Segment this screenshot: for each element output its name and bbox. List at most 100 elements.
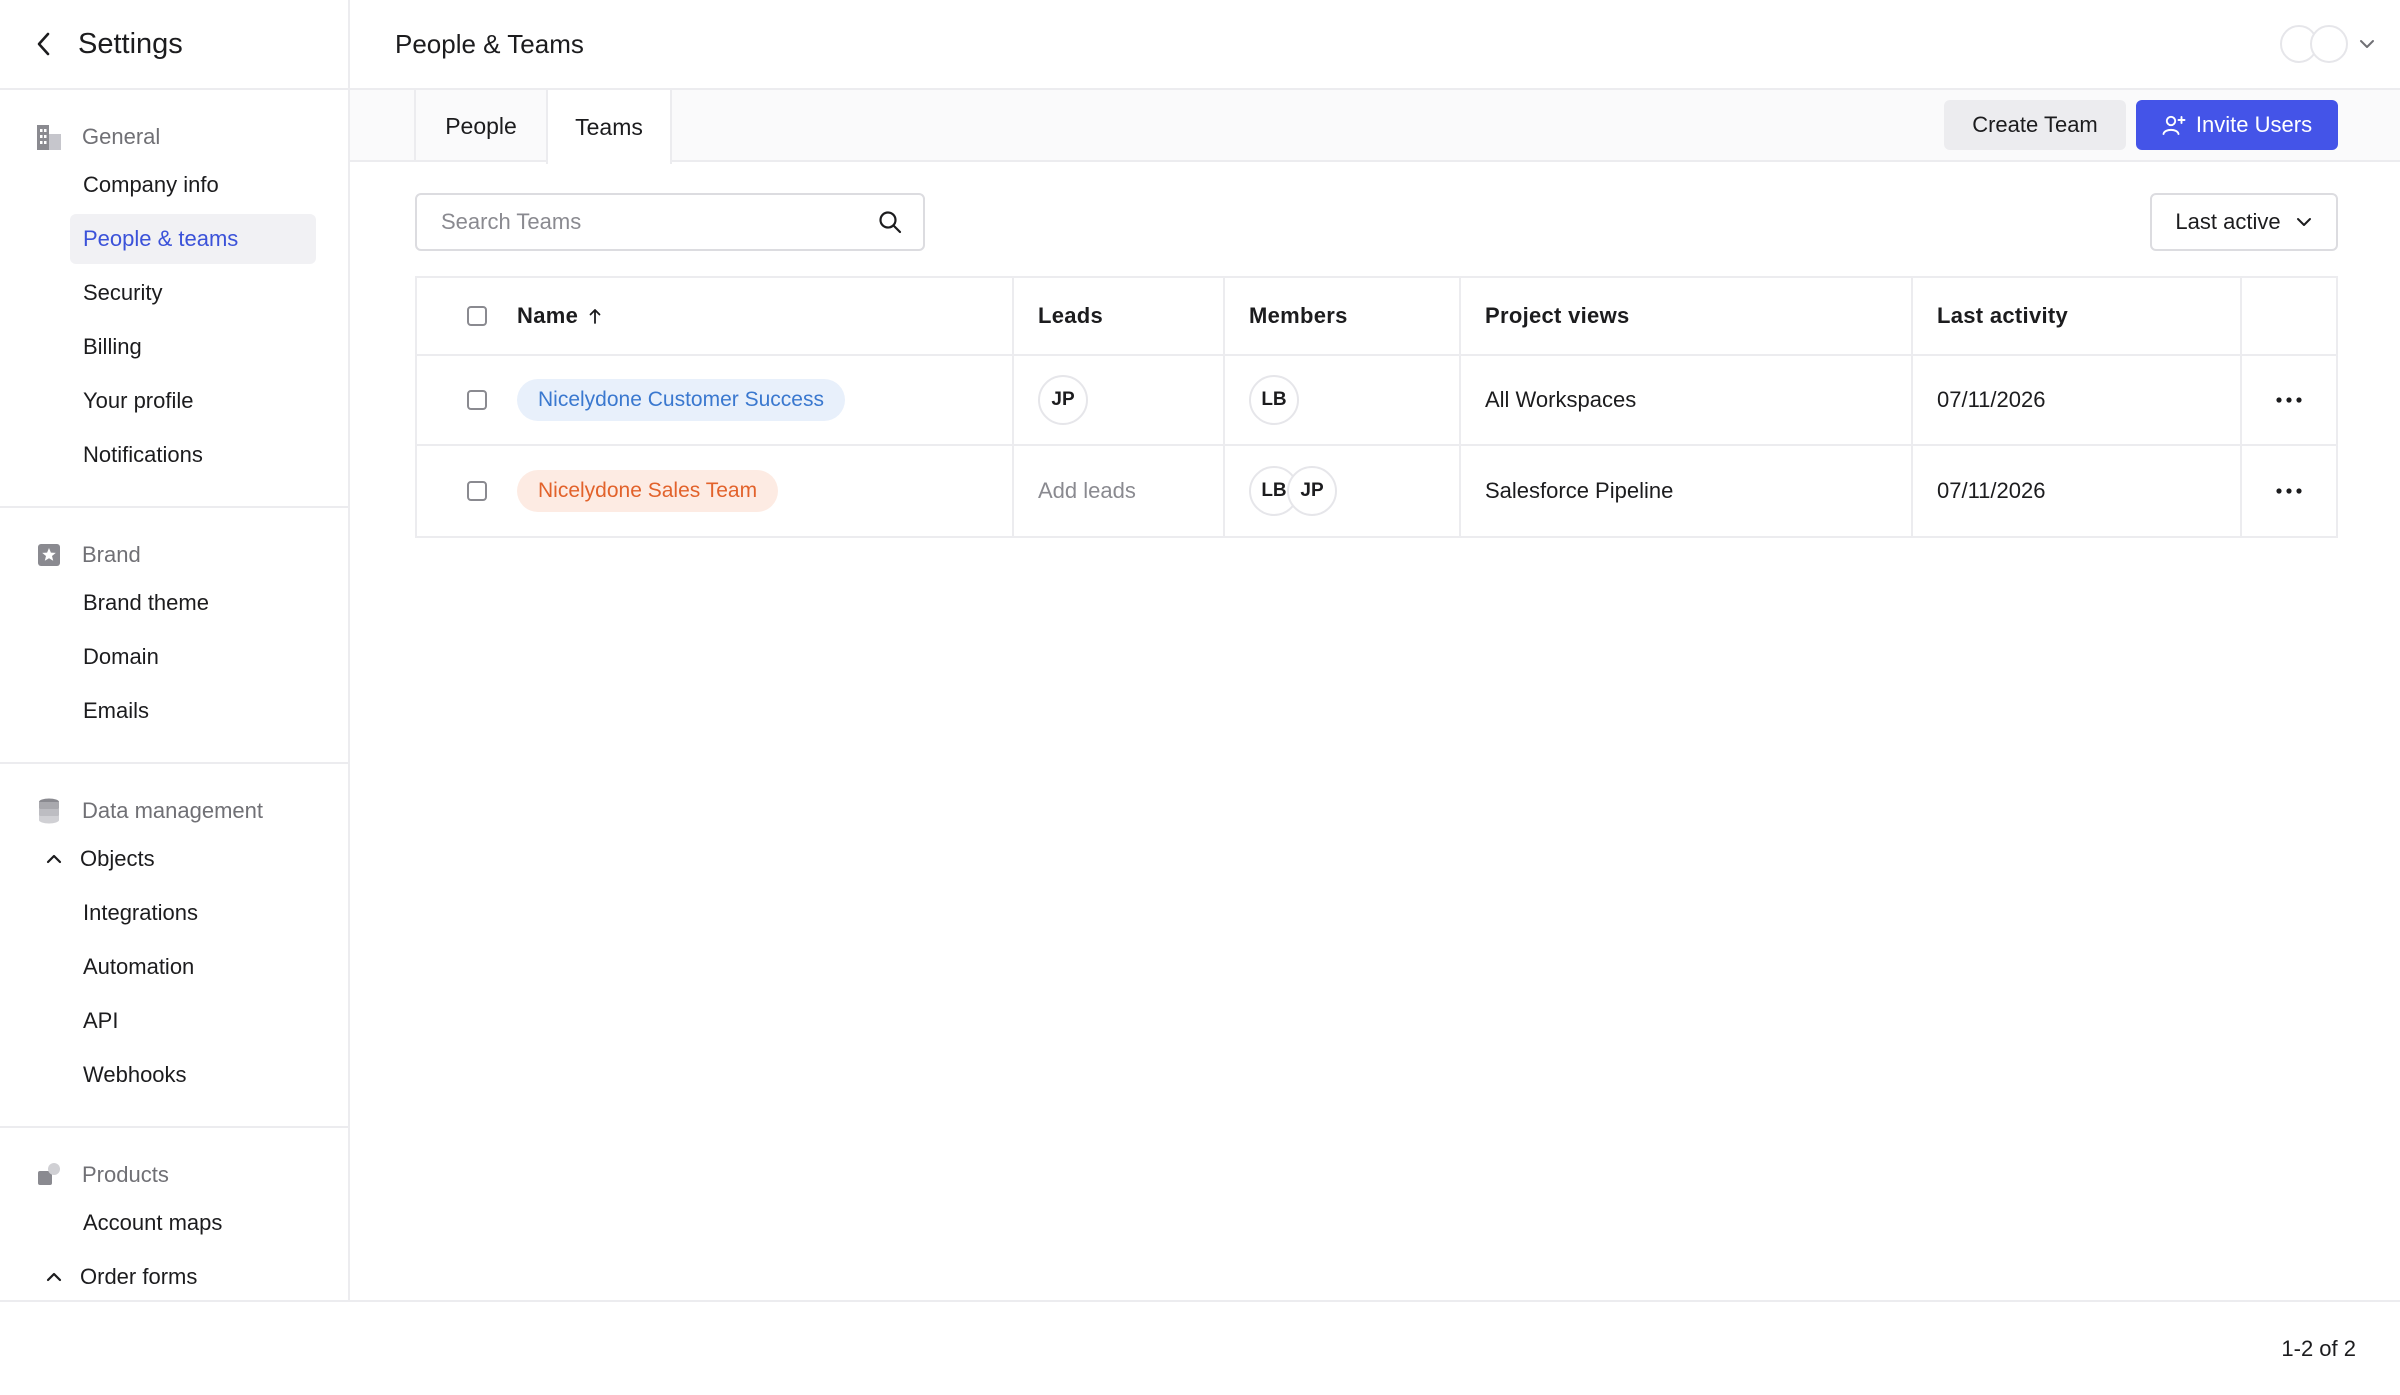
- more-horizontal-icon[interactable]: [2269, 471, 2309, 511]
- team-name-cell: Nicelydone Sales Team: [517, 446, 1014, 536]
- avatar[interactable]: JP: [1287, 466, 1337, 516]
- chevron-up-icon: [44, 1267, 64, 1287]
- row-select-cell: [417, 356, 517, 444]
- settings-sidebar: Settings General Company info People & t…: [0, 0, 350, 1302]
- sidebar-item-api[interactable]: API: [70, 996, 316, 1046]
- workspace-switcher[interactable]: [2280, 25, 2378, 63]
- main-content: People & Teams People Teams Create Team …: [350, 0, 2400, 1302]
- sidebar-section-brand: Brand Brand theme Domain Emails: [0, 508, 348, 764]
- sidebar-item-domain[interactable]: Domain: [70, 632, 316, 682]
- sidebar-item-label: Webhooks: [83, 1062, 187, 1087]
- page-title: People & Teams: [395, 28, 584, 59]
- sidebar-item-notifications[interactable]: Notifications: [70, 430, 316, 480]
- sidebar-item-label: API: [83, 1008, 119, 1033]
- toolbar: Last active: [415, 193, 2338, 251]
- sidebar-item-billing[interactable]: Billing: [70, 322, 316, 372]
- chevron-down-icon: [2356, 33, 2378, 55]
- column-header-label: Name: [517, 303, 579, 328]
- sidebar-item-label: Security: [83, 280, 163, 305]
- tab-bar: People Teams Create Team Invite Users: [350, 90, 2400, 164]
- sidebar-item-your-profile[interactable]: Your profile: [70, 376, 316, 426]
- column-header-last-activity: Last activity: [1913, 278, 2242, 354]
- sidebar-group-brand: Brand: [0, 536, 348, 574]
- column-header-name[interactable]: Name: [517, 278, 1014, 354]
- sidebar-item-label: Automation: [83, 954, 195, 979]
- top-bar: People & Teams: [350, 0, 2400, 90]
- sidebar-item-emails[interactable]: Emails: [70, 686, 316, 736]
- team-name-cell: Nicelydone Customer Success: [517, 356, 1014, 444]
- sidebar-item-label: People & teams: [83, 226, 239, 251]
- avatar: [2310, 25, 2348, 63]
- chevron-down-icon: [2295, 213, 2313, 231]
- sidebar-collapse-objects[interactable]: Objects: [0, 834, 348, 884]
- sidebar-section-data-management: Data management Objects Integrations Aut…: [0, 764, 348, 1128]
- row-actions-cell: [2242, 356, 2336, 444]
- sidebar-item-webhooks[interactable]: Webhooks: [70, 1050, 316, 1100]
- add-leads-link[interactable]: Add leads: [1038, 478, 1136, 504]
- sidebar-section-products: Products Account maps Order forms: [0, 1128, 348, 1302]
- sidebar-collapse-label: Objects: [80, 846, 155, 871]
- sidebar-item-account-maps[interactable]: Account maps: [70, 1198, 316, 1248]
- sidebar-item-automation[interactable]: Automation: [70, 942, 316, 992]
- last-activity-cell: 07/11/2026: [1913, 446, 2242, 536]
- column-header-members: Members: [1225, 278, 1461, 354]
- sidebar-item-security[interactable]: Security: [70, 268, 316, 318]
- select-all-cell: [417, 278, 517, 354]
- sidebar-item-label: Company info: [83, 172, 219, 197]
- sidebar-item-label: Notifications: [83, 442, 203, 467]
- sidebar-item-label: Billing: [83, 334, 142, 359]
- avatar[interactable]: JP: [1038, 375, 1088, 425]
- column-header-leads: Leads: [1014, 278, 1225, 354]
- team-pill[interactable]: Nicelydone Sales Team: [517, 470, 779, 512]
- leads-cell: Add leads: [1014, 446, 1225, 536]
- create-team-button[interactable]: Create Team: [1944, 100, 2126, 150]
- team-pill[interactable]: Nicelydone Customer Success: [517, 379, 845, 421]
- sidebar-item-label: Integrations: [83, 900, 198, 925]
- last-activity-cell: 07/11/2026: [1913, 356, 2242, 444]
- row-checkbox[interactable]: [467, 390, 487, 410]
- search-box: [415, 193, 925, 251]
- more-horizontal-icon[interactable]: [2269, 380, 2309, 420]
- sort-select-value: Last active: [2175, 209, 2281, 234]
- search-icon[interactable]: [875, 207, 905, 237]
- invite-users-button[interactable]: Invite Users: [2136, 100, 2338, 150]
- row-actions-cell: [2242, 446, 2336, 536]
- select-all-checkbox[interactable]: [467, 306, 487, 326]
- sidebar-group-label: General: [82, 124, 161, 149]
- column-header-project-views: Project views: [1461, 278, 1913, 354]
- leads-cell: JP: [1014, 356, 1225, 444]
- chevron-left-icon[interactable]: [30, 30, 58, 58]
- table-header-row: Name Leads Members Project views Last ac…: [417, 278, 2336, 356]
- table-row: Nicelydone Sales Team Add leads LB JP Sa…: [417, 446, 2336, 536]
- sidebar-item-people-teams[interactable]: People & teams: [70, 214, 316, 264]
- sidebar-title: Settings: [78, 27, 183, 60]
- sidebar-item-brand-theme[interactable]: Brand theme: [70, 578, 316, 628]
- sidebar-item-label: Your profile: [83, 388, 194, 413]
- sidebar-item-label: Domain: [83, 644, 159, 669]
- sidebar-section-general: General Company info People & teams Secu…: [0, 90, 348, 508]
- row-select-cell: [417, 446, 517, 536]
- members-cell: LB: [1225, 356, 1461, 444]
- building-icon: [34, 122, 64, 152]
- sidebar-collapse-order-forms[interactable]: Order forms: [0, 1252, 348, 1302]
- products-icon: [34, 1160, 64, 1190]
- sidebar-group-general: General: [0, 118, 348, 156]
- row-checkbox[interactable]: [467, 481, 487, 501]
- sidebar-group-label: Brand: [82, 542, 141, 567]
- avatar[interactable]: LB: [1249, 375, 1299, 425]
- sidebar-group-label: Data management: [82, 798, 263, 823]
- tab-teams[interactable]: Teams: [546, 90, 672, 164]
- teams-table: Name Leads Members Project views Last ac…: [415, 276, 2338, 538]
- invite-users-label: Invite Users: [2195, 112, 2313, 137]
- sidebar-item-label: Brand theme: [83, 590, 209, 615]
- sidebar-item-integrations[interactable]: Integrations: [70, 888, 316, 938]
- arrow-up-icon: [588, 307, 604, 325]
- sort-select[interactable]: Last active: [2150, 193, 2338, 251]
- tab-people[interactable]: People: [414, 90, 546, 162]
- sidebar-item-label: Account maps: [83, 1210, 223, 1235]
- sidebar-item-company-info[interactable]: Company info: [70, 160, 316, 210]
- database-icon: [34, 796, 64, 826]
- add-user-icon: [2162, 113, 2186, 137]
- pagination-label: 1-2 of 2: [2281, 1336, 2356, 1361]
- search-input[interactable]: [417, 209, 875, 235]
